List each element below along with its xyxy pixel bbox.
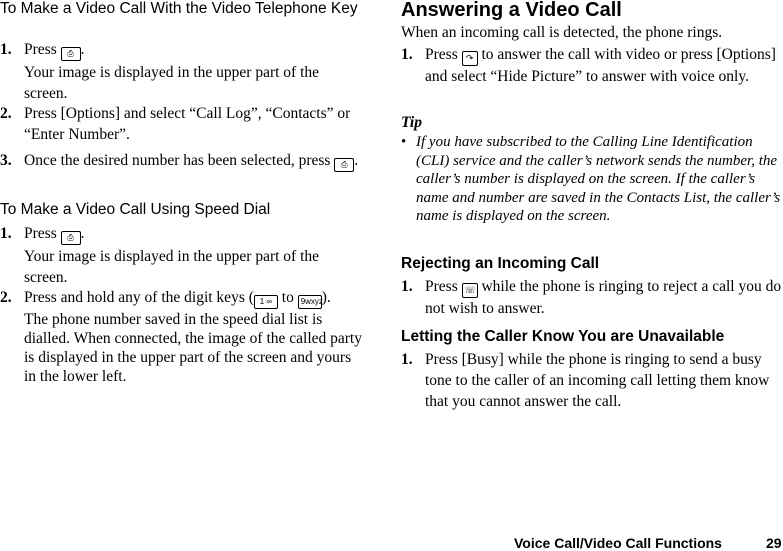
video-call-key-icon: ⎙ [60, 231, 81, 245]
step-2-options: 2. Press [Options] and select “Call Log”… [0, 105, 351, 143]
bullet: • [401, 134, 407, 150]
section-heading-answering: Answering a Video Call [401, 0, 622, 21]
digit-key-9-icon: 9wxyz [297, 295, 323, 309]
step-number: 2. [0, 289, 12, 306]
step-number: 1. [401, 46, 413, 63]
step-1-speed-dial: 1. Press ⎙. [0, 223, 366, 245]
step-number: 2. [0, 105, 12, 122]
section-heading-speed-dial: To Make a Video Call Using Speed Dial [0, 201, 271, 218]
step-number: 1. [401, 351, 413, 368]
send-key-icon: ↷ [461, 51, 478, 66]
step-number: 1. [0, 225, 12, 242]
tip-item: • If you have subscribed to the Calling … [401, 134, 781, 224]
step-number: 1. [401, 278, 413, 295]
section-heading-rejecting: Rejecting an Incoming Call [401, 255, 600, 272]
video-call-key-icon: ⎙ [334, 158, 355, 172]
tip-label: Tip [401, 114, 422, 131]
digit-key-1-icon: 1 ∞ [253, 295, 278, 309]
section-heading-unavailable: Letting the Caller Know You are Unavaila… [401, 328, 725, 345]
video-call-key-icon: ⎙ [60, 47, 81, 61]
step-1-busy: 1. Press [Busy] while the phone is ringi… [401, 351, 770, 410]
step-2-speed-dial-note: The phone number saved in the speed dial… [24, 311, 362, 385]
step-number: 1. [0, 41, 12, 58]
step-number: 3. [0, 152, 12, 169]
step-3-press-video-key: 3. Once the desired number has been sele… [0, 150, 366, 172]
end-key-icon: ☏ [461, 283, 478, 298]
step-1-video-key: 1. Press ⎙. [0, 39, 366, 61]
step-1-speed-dial-note: Your image is displayed in the upper par… [24, 248, 320, 286]
step-1-note: Your image is displayed in the upper par… [24, 64, 320, 102]
section-heading-video-key: To Make a Video Call With the Video Tele… [0, 0, 358, 17]
intro-text: When an incoming call is detected, the p… [401, 24, 723, 41]
step-1-answer: 1. Press ↷ to answer the call with video… [401, 46, 776, 85]
step-2-digit-keys: 2. Press and hold any of the digit keys … [0, 287, 366, 309]
step-1-reject: 1. Press ☏ while the phone is ringing to… [401, 278, 782, 317]
